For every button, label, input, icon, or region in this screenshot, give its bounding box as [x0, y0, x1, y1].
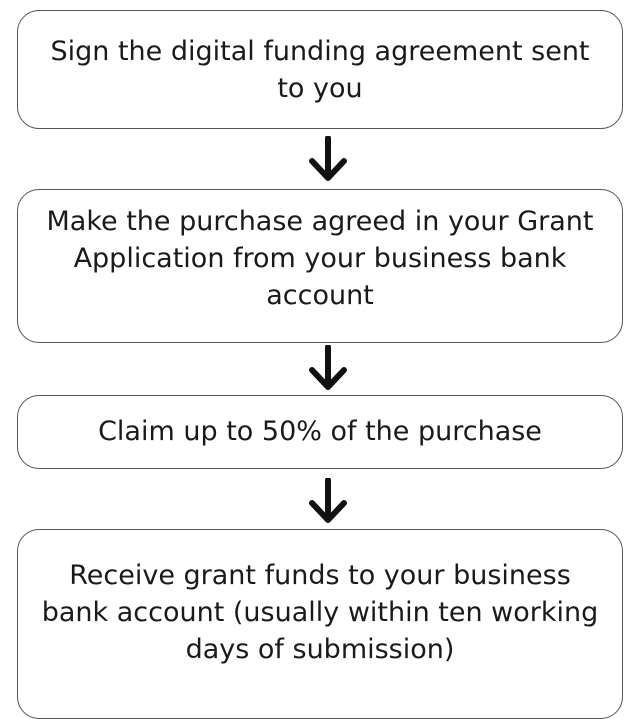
flowchart: Sign the digital funding agreement sent … [0, 0, 640, 719]
step-sign-agreement: Sign the digital funding agreement sent … [17, 10, 623, 129]
step-receive-funds: Receive grant funds to your business ban… [17, 529, 623, 719]
step-label: Claim up to 50% of the purchase [98, 416, 542, 447]
step-label: Receive grant funds to your business ban… [41, 560, 599, 665]
step-label: Sign the digital funding agreement sent … [50, 36, 590, 104]
arrow-down-icon [309, 136, 347, 181]
step-label: Make the purchase agreed in your Grant A… [46, 206, 594, 311]
arrow-down-icon [309, 345, 347, 390]
step-make-purchase: Make the purchase agreed in your Grant A… [17, 189, 623, 343]
arrow-down-icon [309, 478, 347, 523]
step-claim: Claim up to 50% of the purchase [17, 395, 623, 469]
